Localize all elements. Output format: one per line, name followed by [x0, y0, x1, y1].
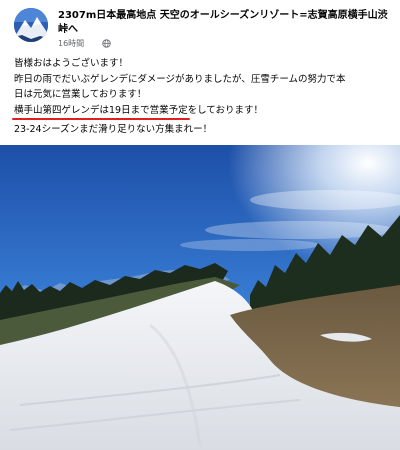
highlighted-text: 横手山第四ゲレンデは19日まで営業予定: [14, 104, 188, 116]
post-header: 2307m日本最高地点 天空のオールシーズンリゾート=志賀高原横手山渋峠へ 16…: [14, 8, 394, 50]
page-avatar[interactable]: [14, 8, 48, 42]
page-name-link[interactable]: 2307m日本最高地点 天空のオールシーズンリゾート=志賀高原横手山渋峠へ: [58, 9, 394, 37]
mountain-avatar-icon: [14, 8, 48, 42]
post-text-line: 昨日の雨でだいぶゲレンデにダメージがありましたが、圧雪チームの努力で本: [14, 73, 346, 85]
post-text-line: 日は元気に営業しております！: [14, 89, 147, 100]
highlighted-phrase: 横手山第四ゲレンデは19日まで営業予定: [12, 103, 190, 120]
post-timestamp[interactable]: 16時間: [58, 38, 84, 49]
facebook-post-card: 2307m日本最高地点 天空のオールシーズンリゾート=志賀高原横手山渋峠へ 16…: [0, 0, 400, 450]
globe-icon: [102, 39, 111, 48]
red-underline: [12, 118, 190, 120]
post-text-line: 23-24シーズンまだ滑り足りない方集まれー！: [14, 124, 213, 135]
ski-slope-photo[interactable]: [0, 145, 400, 450]
post-text-rest: をしております！: [187, 104, 264, 116]
ski-slope-image: [0, 145, 400, 450]
post-body-text: 皆様おはようございます！ 昨日の雨でだいぶゲレンデにダメージがありましたが、圧雪…: [12, 56, 394, 138]
post-text-line: 皆様おはようございます！: [14, 58, 129, 69]
post-text-line-highlighted: 横手山第四ゲレンデは19日まで営業予定 をしております！: [12, 103, 394, 120]
